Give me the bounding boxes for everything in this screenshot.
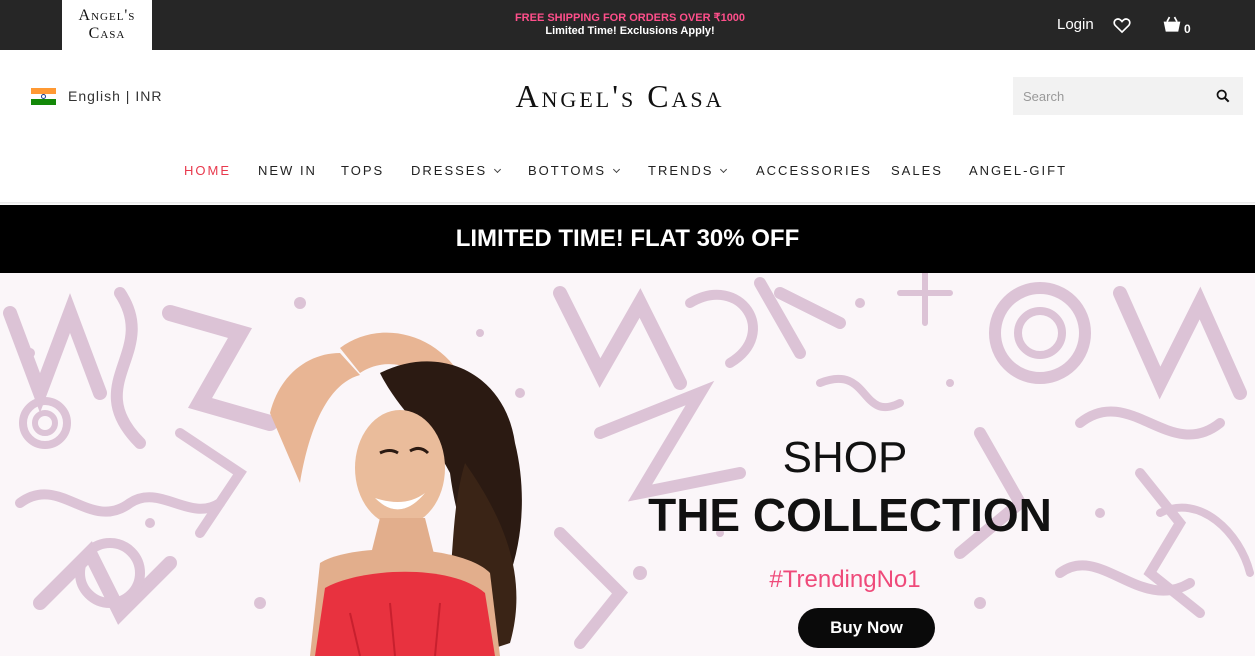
main-nav: HOME NEW IN TOPS DRESSES BOTTOMS TRENDS … bbox=[0, 163, 1255, 183]
nav-item-bottoms-label: BOTTOMS bbox=[528, 163, 607, 178]
promo-shipping-text: FREE SHIPPING FOR ORDERS OVER ₹1000 bbox=[514, 12, 746, 24]
nav-item-trends-label: TRENDS bbox=[648, 163, 714, 178]
nav-item-trends[interactable]: TRENDS bbox=[648, 163, 728, 178]
model-photo bbox=[270, 332, 522, 656]
announcement-bar: LIMITED TIME! FLAT 30% OFF bbox=[0, 205, 1255, 273]
language-currency-selector[interactable]: English | INR bbox=[68, 88, 162, 104]
chevron-down-icon bbox=[494, 165, 502, 174]
top-logo-line2: Casa bbox=[88, 25, 126, 42]
nav-item-home[interactable]: HOME bbox=[184, 163, 231, 178]
promo-limited-text: Limited Time! Exclusions Apply! bbox=[545, 25, 715, 37]
chevron-down-icon bbox=[613, 165, 621, 174]
nav-item-angel-gift[interactable]: ANGEL-GIFT bbox=[969, 163, 1067, 178]
search-box bbox=[1013, 77, 1243, 115]
cart-icon[interactable] bbox=[1162, 15, 1182, 35]
nav-item-accessories[interactable]: ACCESSORIES bbox=[756, 163, 872, 178]
nav-item-dresses[interactable]: DRESSES bbox=[411, 163, 502, 178]
cart-count: 0 bbox=[1184, 22, 1191, 36]
hero-heading-shop: SHOP bbox=[782, 433, 908, 482]
nav-item-sales[interactable]: SALES bbox=[891, 163, 943, 178]
top-bar: Angel's Casa FREE SHIPPING FOR ORDERS OV… bbox=[0, 0, 1255, 50]
hero-hashtag: #TrendingNo1 bbox=[769, 566, 921, 593]
top-logo[interactable]: Angel's Casa bbox=[62, 0, 152, 50]
graffiti-background bbox=[3, 273, 1254, 649]
buy-now-button[interactable]: Buy Now bbox=[798, 608, 935, 648]
hero-heading-collection: THE COLLECTION bbox=[648, 489, 1052, 541]
nav-item-tops[interactable]: TOPS bbox=[341, 163, 384, 178]
chevron-down-icon bbox=[720, 165, 728, 174]
promo-banner: FREE SHIPPING FOR ORDERS OVER ₹1000 Limi… bbox=[440, 12, 820, 38]
heart-icon[interactable] bbox=[1112, 15, 1132, 35]
nav-item-dresses-label: DRESSES bbox=[411, 163, 488, 178]
search-input[interactable] bbox=[1013, 77, 1208, 115]
nav-item-new-in[interactable]: NEW IN bbox=[258, 163, 317, 178]
top-logo-line1: Angel's bbox=[78, 7, 136, 24]
login-link[interactable]: Login bbox=[1057, 16, 1094, 33]
india-flag-icon bbox=[31, 88, 56, 106]
main-logo[interactable]: Angel's Casa bbox=[470, 78, 770, 115]
hero-banner[interactable]: SHOP THE COLLECTION #TrendingNo1 Buy Now bbox=[0, 273, 1255, 656]
nav-item-bottoms[interactable]: BOTTOMS bbox=[528, 163, 621, 178]
search-icon[interactable] bbox=[1216, 89, 1230, 103]
